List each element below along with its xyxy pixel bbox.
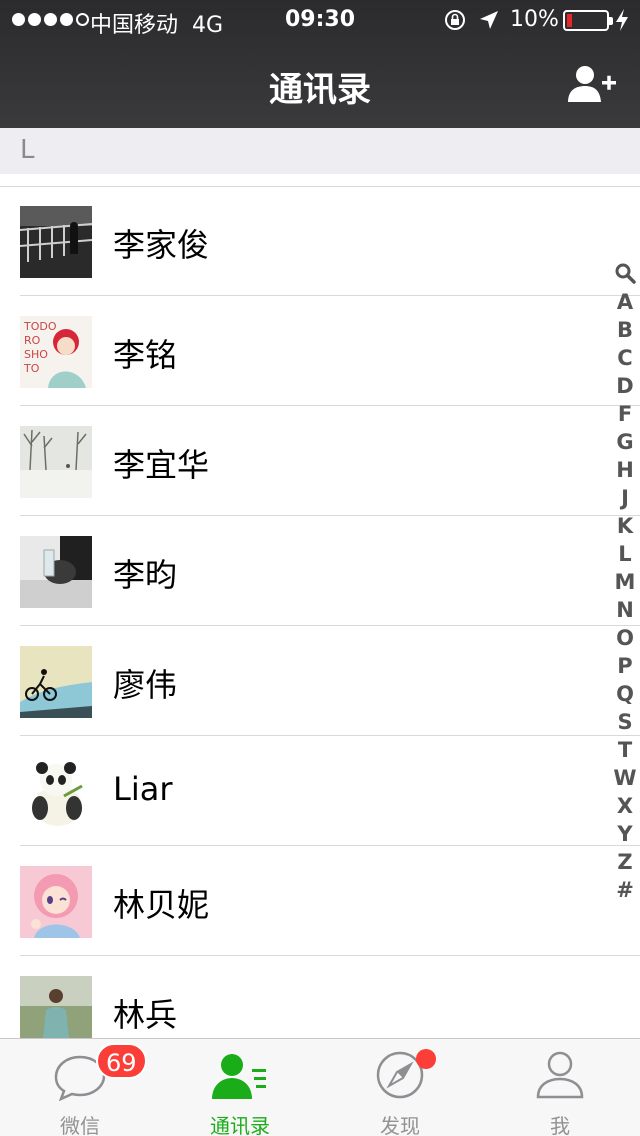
svg-text:TO: TO: [23, 362, 40, 375]
index-letter[interactable]: N: [616, 596, 634, 624]
battery-icon: [563, 10, 613, 31]
contact-row[interactable]: 廖伟: [0, 626, 640, 736]
index-letter[interactable]: A: [617, 288, 633, 316]
index-letter[interactable]: W: [613, 764, 636, 792]
index-letter[interactable]: G: [616, 428, 633, 456]
contact-row[interactable]: 李家俊: [0, 186, 640, 296]
index-letter[interactable]: Z: [617, 848, 632, 876]
index-letter[interactable]: H: [616, 456, 634, 484]
alphabet-index[interactable]: A B C D F G H J K L M N O P Q S T W X Y …: [610, 262, 640, 904]
top-bar: 中国移动 4G 09:30 10% 通讯录: [0, 0, 640, 128]
contact-name: 李铭: [113, 336, 178, 374]
tab-label: 微信: [60, 1114, 100, 1136]
index-letter[interactable]: T: [618, 736, 632, 764]
tab-label: 通讯录: [210, 1114, 270, 1136]
svg-text:TODO: TODO: [23, 320, 57, 333]
contact-avatar: [20, 866, 92, 938]
index-letter[interactable]: M: [615, 568, 636, 596]
index-letter[interactable]: O: [616, 624, 634, 652]
contact-row[interactable]: TODO RO SHO TO 李铭: [0, 296, 640, 406]
contact-avatar: [20, 646, 92, 718]
contact-list[interactable]: 李家俊 TODO RO SHO TO 李铭 李宜华 李昀 廖伟 Liar 林贝妮…: [0, 186, 640, 1066]
page-title: 通讯录: [269, 70, 371, 110]
index-letter[interactable]: #: [616, 876, 634, 904]
index-letter[interactable]: S: [617, 708, 632, 736]
index-letter[interactable]: J: [621, 484, 629, 512]
add-contact-icon[interactable]: [566, 64, 618, 104]
contact-name: 林贝妮: [113, 886, 210, 924]
contact-name: 林兵: [113, 996, 178, 1034]
contact-name: 廖伟: [113, 666, 178, 704]
tab-contacts[interactable]: 通讯录: [160, 1039, 320, 1136]
svg-text:SHO: SHO: [24, 348, 48, 361]
index-letter[interactable]: B: [617, 316, 633, 344]
svg-text:RO: RO: [24, 334, 41, 347]
contact-name: 李宜华: [113, 446, 210, 484]
index-letter[interactable]: P: [617, 652, 632, 680]
contact-avatar: [20, 426, 92, 498]
unread-badge: 69: [96, 1043, 147, 1079]
contact-row[interactable]: 李宜华: [0, 406, 640, 516]
contact-avatar: [20, 536, 92, 608]
tab-chats[interactable]: 69 微信: [0, 1039, 160, 1136]
status-bar: 中国移动 4G 09:30 10%: [0, 0, 640, 40]
section-header: L: [0, 128, 640, 174]
index-letter[interactable]: Y: [617, 820, 632, 848]
tab-bar: 69 微信 通讯录 发现 我: [0, 1038, 640, 1136]
contact-row[interactable]: 李昀: [0, 516, 640, 626]
location-arrow-icon: [480, 11, 498, 29]
contact-avatar: [20, 756, 92, 828]
contact-avatar: TODO RO SHO TO: [20, 316, 92, 388]
contact-avatar: [20, 206, 92, 278]
contact-row[interactable]: 林贝妮: [0, 846, 640, 956]
contact-name: 李家俊: [113, 226, 210, 264]
index-letter[interactable]: C: [617, 344, 632, 372]
index-letter[interactable]: K: [617, 512, 633, 540]
index-letter[interactable]: L: [618, 540, 631, 568]
contact-name: 李昀: [113, 556, 178, 594]
index-letter[interactable]: F: [618, 400, 632, 428]
tab-label: 发现: [380, 1114, 420, 1136]
new-content-dot: [416, 1049, 436, 1069]
charging-bolt-icon: [616, 9, 628, 31]
search-icon[interactable]: [614, 262, 636, 284]
tab-discover[interactable]: 发现: [320, 1039, 480, 1136]
section-letter: L: [20, 135, 35, 165]
battery-percent: 10%: [510, 7, 559, 32]
index-letter[interactable]: Q: [616, 680, 634, 708]
contact-row[interactable]: Liar: [0, 736, 640, 846]
contact-name: Liar: [113, 770, 173, 808]
rotation-lock-icon: [445, 10, 465, 30]
tab-me[interactable]: 我: [480, 1039, 640, 1136]
contacts-icon: [212, 1054, 266, 1099]
tab-label: 我: [550, 1114, 570, 1136]
person-icon: [536, 1051, 584, 1099]
index-letter[interactable]: D: [616, 372, 633, 400]
index-letter[interactable]: X: [617, 792, 633, 820]
